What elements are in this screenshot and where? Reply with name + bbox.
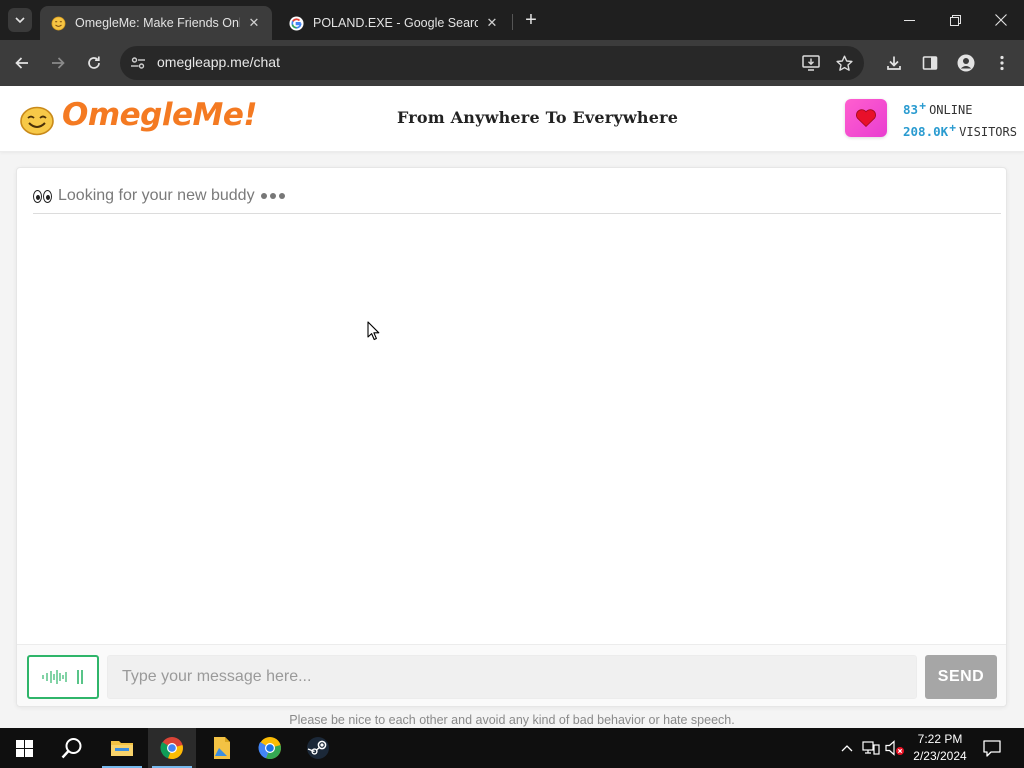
plus-sign: + (919, 99, 927, 113)
chrome-taskbar-icon[interactable] (148, 728, 196, 768)
tab-separator (512, 14, 513, 30)
tab-google-search[interactable]: POLAND.EXE - Google Search ✕ (278, 6, 510, 40)
windows-logo-icon (15, 739, 33, 757)
chat-status: Looking for your new buddy (33, 184, 285, 208)
smiley-logo-icon[interactable] (20, 106, 54, 136)
profile-icon[interactable] (955, 52, 977, 74)
tab-omegleme[interactable]: OmegleMe: Make Friends Online ✕ (40, 6, 272, 40)
kebab-menu-icon[interactable] (991, 52, 1013, 74)
status-text: Looking for your new buddy (58, 187, 255, 204)
show-hidden-icons-icon[interactable] (837, 738, 857, 758)
message-list[interactable] (33, 218, 1001, 638)
reload-icon[interactable] (80, 49, 108, 77)
download-icon[interactable] (883, 52, 905, 74)
address-bar[interactable]: omegleapp.me/chat (120, 46, 864, 80)
close-tab-icon[interactable]: ✕ (246, 15, 262, 31)
new-tab-icon[interactable]: + (520, 9, 542, 31)
clock-time: 7:22 PM (917, 732, 963, 746)
clock-date: 2/23/2024 (913, 749, 967, 763)
page-viewport: OmegleMe! From Anywhere To Everywhere 83… (0, 86, 1024, 728)
visitors-label: VISITORS (959, 125, 1017, 139)
steam-icon[interactable] (294, 728, 342, 768)
browser-toolbar: omegleapp.me/chat (0, 40, 1024, 86)
back-icon[interactable] (8, 49, 36, 77)
tab-search-icon[interactable] (8, 8, 32, 32)
close-tab-icon[interactable]: ✕ (484, 15, 500, 31)
url-text: omegleapp.me/chat (157, 54, 280, 70)
document-app-icon[interactable] (198, 728, 246, 768)
system-clock[interactable]: 7:22 PM 2/23/2024 (903, 731, 977, 765)
heart-icon (856, 109, 876, 128)
smiley-favicon-icon (50, 15, 66, 31)
start-button[interactable] (0, 728, 48, 768)
plus-sign: + (949, 121, 957, 135)
mouse-cursor-icon (367, 321, 380, 341)
google-favicon-icon (288, 15, 304, 31)
voice-message-button[interactable] (27, 655, 99, 699)
close-window-icon[interactable] (978, 0, 1024, 40)
volume-muted-icon[interactable] (885, 738, 905, 758)
site-logo-text[interactable]: OmegleMe! (62, 97, 258, 133)
restore-icon[interactable] (932, 0, 978, 40)
tab-title: POLAND.EXE - Google Search (313, 16, 478, 30)
minimize-icon[interactable] (886, 0, 932, 40)
notifications-icon[interactable] (980, 736, 1004, 760)
online-label: ONLINE (929, 103, 973, 117)
tab-title: OmegleMe: Make Friends Online (75, 16, 240, 30)
site-info-icon[interactable] (128, 53, 148, 73)
install-app-icon[interactable] (801, 53, 821, 73)
site-tagline: From Anywhere To Everywhere (397, 108, 679, 127)
typing-dots-icon (260, 193, 285, 199)
visitors-count: 208.0K (903, 124, 949, 139)
side-panel-icon[interactable] (919, 52, 941, 74)
site-header: OmegleMe! From Anywhere To Everywhere 83… (0, 86, 1024, 152)
audio-wave-icon (42, 670, 83, 684)
bookmark-star-icon[interactable] (834, 53, 854, 73)
taskbar: 7:22 PM 2/23/2024 (0, 728, 1024, 768)
online-stat: 83+ ONLINE (903, 99, 972, 117)
online-count: 83 (903, 102, 919, 117)
network-icon[interactable] (861, 738, 881, 758)
chat-panel: Looking for your new buddy SEND (16, 167, 1007, 707)
divider (33, 213, 1001, 214)
footer-note: Please be nice to each other and avoid a… (289, 713, 735, 727)
visitors-stat: 208.0K+ VISITORS (903, 121, 1017, 139)
heart-button[interactable] (845, 99, 887, 137)
taskbar-search-icon[interactable] (48, 728, 96, 768)
message-input[interactable] (107, 655, 917, 699)
eyes-icon (33, 189, 52, 203)
file-explorer-icon[interactable] (98, 728, 146, 768)
forward-icon[interactable] (44, 49, 72, 77)
chat-input-bar: SEND (17, 644, 1006, 706)
browser-tabstrip: OmegleMe: Make Friends Online ✕ POLAND.E… (0, 0, 1024, 40)
chrome-canary-icon[interactable] (246, 728, 294, 768)
send-button[interactable]: SEND (925, 655, 997, 699)
